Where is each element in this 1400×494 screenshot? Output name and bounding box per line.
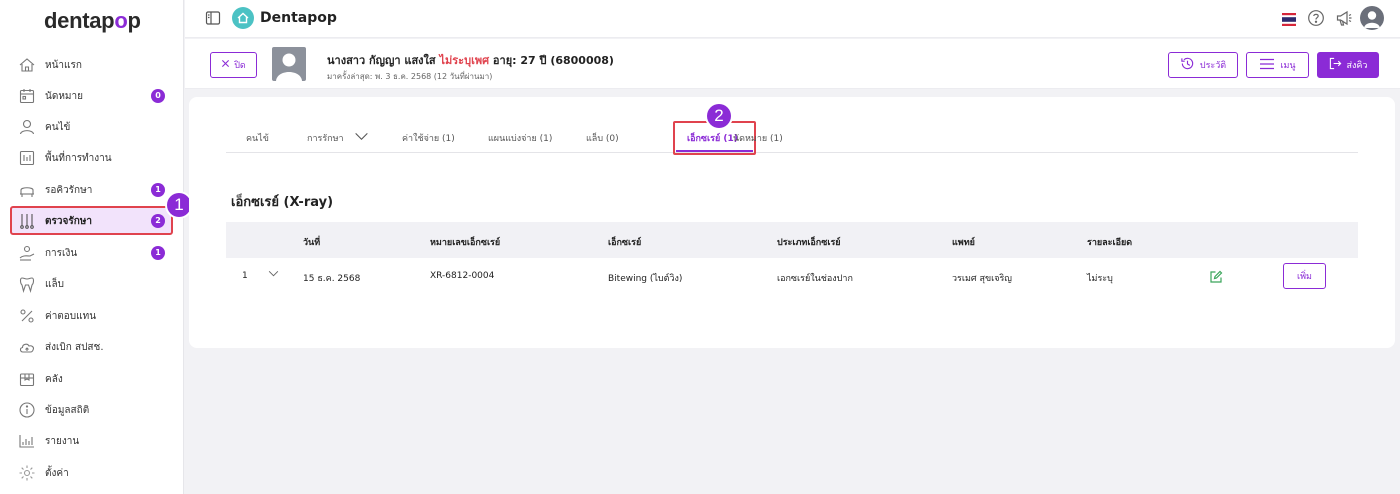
hamburger-icon [1259, 58, 1275, 73]
sidebar-item-patients[interactable]: คนไข้ [10, 112, 173, 141]
history-button[interactable]: ประวัติ [1168, 52, 1238, 78]
sidebar-toggle-icon[interactable] [205, 10, 221, 26]
patient-avatar [272, 47, 306, 81]
workspace-icon [18, 149, 36, 167]
edit-icon[interactable] [1209, 269, 1223, 283]
expand-chevron-icon[interactable] [268, 270, 279, 280]
row-doctor: วรเมศ สุขเจริญ [952, 274, 1012, 284]
row-xray-type: เอกซเรย์ในช่องปาก [777, 274, 853, 284]
chevron-down-icon [354, 132, 369, 144]
top-bar: Dentapop [185, 0, 1400, 38]
tab-installment-plan[interactable]: แผนแบ่งจ่าย (1) [488, 131, 552, 145]
home-icon [18, 56, 36, 74]
row-details: ไม่ระบุ [1087, 274, 1113, 284]
close-button[interactable]: ปิด [210, 52, 257, 78]
table-header: วันที่ หมายเลขเอ็กซเรย์ เอ็กซเรย์ ประเภท… [226, 222, 1358, 258]
row-xray-number: XR-6812-0004 [430, 271, 495, 281]
xray-card: คนไข้ การรักษา ค่าใช้จ่าย (1) แผนแบ่งจ่า… [189, 97, 1395, 348]
send-queue-button[interactable]: ส่งคิว [1317, 52, 1379, 78]
cloud-icon [18, 338, 36, 356]
tab-lab[interactable]: แล็บ (0) [586, 131, 619, 145]
patient-last-visit: มาครั้งล่าสุด: พ. 3 ธ.ค. 2568 (12 วันที่… [327, 72, 493, 81]
gear-icon [18, 464, 36, 482]
sidebar-item-inventory[interactable]: คลัง [10, 364, 173, 393]
col-xray: เอ็กซเรย์ [608, 238, 642, 248]
tab-xray[interactable]: เอ็กซเรย์ (1) [687, 131, 738, 145]
percent-icon [18, 307, 36, 325]
finance-icon [18, 244, 36, 262]
box-icon [18, 370, 36, 388]
report-icon [18, 432, 36, 450]
sidebar-item-workspace[interactable]: พื้นที่การทำงาน [10, 143, 173, 172]
appointments-badge: 0 [151, 89, 165, 103]
info-icon [18, 401, 36, 419]
col-xray-type: ประเภทเอ็กซเรย์ [777, 238, 841, 248]
col-doctor: แพทย์ [952, 238, 975, 248]
app-title: Dentapop [260, 10, 337, 26]
treatment-icon [18, 212, 36, 230]
sidebar-item-home[interactable]: หน้าแรก [10, 50, 173, 79]
close-icon [221, 59, 230, 71]
thai-flag-icon[interactable] [1282, 11, 1296, 26]
announcement-icon[interactable] [1335, 9, 1353, 27]
col-xray-number: หมายเลขเอ็กซเรย์ [430, 238, 501, 248]
finance-badge: 1 [151, 246, 165, 260]
section-title: เอ็กซเรย์ (X-ray) [231, 195, 334, 210]
tab-expenses[interactable]: ค่าใช้จ่าย (1) [402, 131, 455, 145]
sidebar-item-lab[interactable]: แล็บ [10, 269, 173, 298]
patient-name-line: นางสาว กัญญา แสงใส ไม่ระบุเพศ อายุ: 27 ป… [327, 51, 614, 69]
sidebar-item-nhso[interactable]: ส่งเบิก สปสช. [10, 332, 173, 361]
tab-appointments[interactable]: นัดหมาย (1) [733, 131, 783, 145]
sidebar-item-treatment[interactable]: ตรวจรักษา 2 [10, 206, 173, 235]
sidebar-item-reports[interactable]: รายงาน [10, 426, 173, 455]
tooth-icon [18, 275, 36, 293]
sidebar-item-finance[interactable]: การเงิน 1 [10, 238, 173, 267]
patient-name: นางสาว กัญญา แสงใส [327, 54, 436, 67]
treatment-badge: 2 [151, 214, 165, 228]
tab-treatment[interactable]: การรักษา [307, 131, 369, 145]
sidebar: dentapop หน้าแรก นัดหมาย 0 คนไข้ พื้นที่… [0, 0, 184, 494]
sidebar-item-compensation[interactable]: ค่าตอบแทน [10, 301, 173, 330]
col-date: วันที่ [303, 238, 321, 248]
row-number: 1 [242, 271, 248, 281]
calendar-icon [18, 87, 36, 105]
step-callout-2: 2 [707, 104, 731, 128]
tab-patient[interactable]: คนไข้ [246, 131, 269, 145]
table-row: 1 15 ธ.ค. 2568 XR-6812-0004 Bitewing (ไบ… [226, 258, 1358, 294]
app-home-icon [232, 7, 254, 29]
patient-header: ปิด นางสาว กัญญา แสงใส ไม่ระบุเพศ อายุ: … [185, 39, 1400, 89]
history-icon [1180, 56, 1195, 74]
queue-icon [18, 181, 36, 199]
patient-age-id: อายุ: 27 ปี (6800008) [492, 54, 614, 67]
add-button[interactable]: เพิ่ม [1283, 263, 1326, 289]
col-details: รายละเอียด [1087, 238, 1133, 248]
menu-button[interactable]: เมนู [1246, 52, 1309, 78]
step-callout-1: 1 [167, 193, 191, 217]
help-icon[interactable] [1307, 9, 1325, 27]
patient-gender: ไม่ระบุเพศ [439, 54, 490, 67]
user-icon [18, 118, 36, 136]
row-date: 15 ธ.ค. 2568 [303, 274, 361, 284]
active-tab-underline [676, 150, 753, 152]
sidebar-item-queue[interactable]: รอคิวรักษา 1 [10, 175, 173, 204]
sidebar-item-statistics[interactable]: ข้อมูลสถิติ [10, 395, 173, 424]
queue-badge: 1 [151, 183, 165, 197]
dentapop-logo[interactable]: dentapop [44, 8, 141, 34]
sidebar-item-appointments[interactable]: นัดหมาย 0 [10, 81, 173, 110]
user-avatar[interactable] [1360, 6, 1384, 30]
exit-arrow-icon [1329, 57, 1342, 73]
row-xray: Bitewing (ไบต์วิง) [608, 274, 683, 284]
patient-tabs: คนไข้ การรักษา ค่าใช้จ่าย (1) แผนแบ่งจ่า… [226, 121, 1358, 155]
sidebar-item-settings[interactable]: ตั้งค่า [10, 458, 173, 487]
